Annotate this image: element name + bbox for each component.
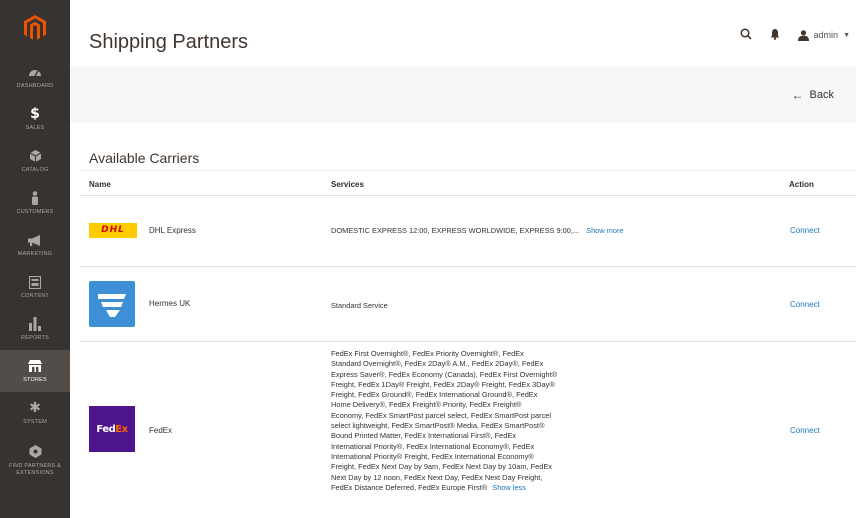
services-line-text: FedEx Distance Deferred, FedEx Europe Fi… bbox=[331, 482, 488, 492]
sidebar-item-customers[interactable]: CUSTOMERS bbox=[0, 182, 70, 224]
sidebar-item-label: CONTENT bbox=[21, 293, 49, 299]
services-line: International Priority®, FedEx Internati… bbox=[331, 441, 535, 451]
carriers-grid-header: Name Services Action bbox=[80, 170, 856, 196]
services-text: DOMESTIC EXPRESS 12:00, EXPRESS WORLDWID… bbox=[331, 226, 580, 235]
sidebar-item-content[interactable]: CONTENT bbox=[0, 266, 70, 308]
notifications-bell-icon[interactable] bbox=[770, 28, 780, 42]
services-line: select lightweight, FedEx SmartPost® Med… bbox=[331, 421, 545, 431]
fedex-logo: FedEx bbox=[89, 406, 135, 452]
magento-logo[interactable] bbox=[0, 0, 70, 56]
admin-topbar: admin ▼ bbox=[739, 28, 850, 42]
services-line: Next Day by 12 noon, FedEx Next Day, Fed… bbox=[331, 472, 543, 482]
sidebar-item-label: SYSTEM bbox=[23, 419, 47, 425]
user-icon bbox=[797, 29, 809, 41]
sidebar-item-stores[interactable]: STORES bbox=[0, 350, 70, 392]
search-icon[interactable] bbox=[739, 28, 752, 42]
services-line: International Priority® Freight, FedEx I… bbox=[331, 451, 534, 461]
megaphone-icon bbox=[28, 232, 42, 248]
cube-icon bbox=[29, 148, 41, 164]
carrier-services: DOMESTIC EXPRESS 12:00, EXPRESS WORLDWID… bbox=[331, 226, 624, 236]
carrier-name: DHL Express bbox=[149, 226, 196, 235]
sidebar-item-label: CUSTOMERS bbox=[16, 209, 54, 215]
sidebar-item-label: STORES bbox=[23, 377, 47, 383]
services-line: Freight, FedEx Ground®, FedEx Internatio… bbox=[331, 390, 538, 400]
services-line: Economy, FedEx SmartPost parcel select, … bbox=[331, 410, 552, 420]
connect-link[interactable]: Connect bbox=[790, 426, 820, 435]
magento-logo-icon bbox=[24, 15, 46, 40]
connect-link[interactable]: Connect bbox=[790, 226, 820, 235]
show-more-link[interactable]: Show more bbox=[586, 226, 623, 235]
services-line: Freight, FedEx 1Day® Freight, FedEx 2Day… bbox=[331, 379, 555, 389]
sidebar-item-label: SALES bbox=[25, 125, 45, 131]
services-line: Standard Overnight®, FedEx 2Day® A.M., F… bbox=[331, 359, 544, 369]
sidebar-item-catalog[interactable]: CATALOG bbox=[0, 140, 70, 182]
dashboard-icon bbox=[28, 64, 42, 80]
admin-username: admin bbox=[813, 30, 839, 40]
person-icon bbox=[31, 190, 39, 206]
sidebar-item-sales[interactable]: $ SALES bbox=[0, 98, 70, 140]
services-line: Home Delivery®, FedEx Freight® Priority,… bbox=[331, 400, 522, 410]
sidebar-item-label: FIND PARTNERS & EXTENSIONS bbox=[9, 462, 61, 476]
column-header-name: Name bbox=[89, 180, 111, 189]
table-row: DHL DHL Express DOMESTIC EXPRESS 12:00, … bbox=[80, 196, 856, 267]
column-header-action: Action bbox=[789, 180, 814, 189]
table-row: FedEx FedEx FedEx First Overnight®, FedE… bbox=[80, 342, 856, 518]
sidebar-item-label: MARKETING bbox=[17, 251, 53, 257]
carrier-name: FedEx bbox=[149, 426, 173, 435]
services-line: Bound Printed Matter, FedEx Internationa… bbox=[331, 431, 516, 441]
page-title: Shipping Partners bbox=[89, 31, 248, 53]
sidebar-item-label: REPORTS bbox=[21, 335, 49, 341]
chevron-down-icon: ▼ bbox=[843, 31, 850, 39]
bar-chart-icon bbox=[29, 316, 41, 332]
services-line: Freight, FedEx Next Day by 9am, FedEx Ne… bbox=[331, 462, 552, 472]
connect-link[interactable]: Connect bbox=[790, 300, 820, 309]
sidebar-item-reports[interactable]: REPORTS bbox=[0, 308, 70, 350]
show-less-link[interactable]: Show less bbox=[492, 483, 526, 492]
admin-user-menu[interactable]: admin ▼ bbox=[797, 29, 850, 41]
sidebar-item-partners[interactable]: FIND PARTNERS & EXTENSIONS bbox=[0, 434, 70, 486]
content-icon bbox=[29, 274, 41, 290]
fedex-logo-ex: Ex bbox=[115, 423, 128, 435]
services-line: Express Saver®, FedEx Economy (Canada), … bbox=[331, 369, 558, 379]
carrier-name: Hermes UK bbox=[149, 299, 191, 308]
table-row: Hermes UK Standard Service Connect bbox=[80, 267, 856, 342]
dollar-icon: $ bbox=[30, 106, 40, 122]
hermes-logo bbox=[89, 281, 135, 327]
hermes-logo-icon bbox=[98, 294, 126, 317]
carrier-services: Standard Service bbox=[331, 301, 388, 310]
sidebar-item-dashboard[interactable]: DASHBOARD bbox=[0, 56, 70, 98]
column-header-services: Services bbox=[331, 180, 364, 189]
arrow-left-icon: ← bbox=[791, 88, 804, 102]
dhl-logo: DHL bbox=[89, 223, 137, 238]
admin-sidebar: DASHBOARD $ SALES CATALOG CUSTOMERS MARK… bbox=[0, 0, 70, 518]
store-icon bbox=[28, 358, 42, 374]
carrier-services: FedEx First Overnight®, FedEx Priority O… bbox=[331, 349, 631, 493]
services-line: FedEx Distance Deferred, FedEx Europe Fi… bbox=[331, 483, 631, 493]
fedex-logo-fed: Fed bbox=[96, 423, 116, 435]
back-button[interactable]: ← Back bbox=[792, 88, 834, 102]
page-actions-bar: ← Back bbox=[70, 67, 856, 123]
gear-icon: ✱ bbox=[29, 400, 41, 416]
services-line: FedEx First Overnight®, FedEx Priority O… bbox=[331, 349, 524, 358]
dhl-logo-text: DHL bbox=[101, 225, 125, 235]
fedex-logo-text: FedEx bbox=[96, 423, 128, 435]
back-button-label: Back bbox=[809, 89, 834, 101]
section-title: Available Carriers bbox=[89, 150, 200, 166]
sidebar-item-system[interactable]: ✱ SYSTEM bbox=[0, 392, 70, 434]
sidebar-item-marketing[interactable]: MARKETING bbox=[0, 224, 70, 266]
sidebar-item-label: CATALOG bbox=[21, 167, 49, 173]
partners-icon bbox=[29, 444, 42, 460]
sidebar-item-label: DASHBOARD bbox=[16, 83, 54, 89]
